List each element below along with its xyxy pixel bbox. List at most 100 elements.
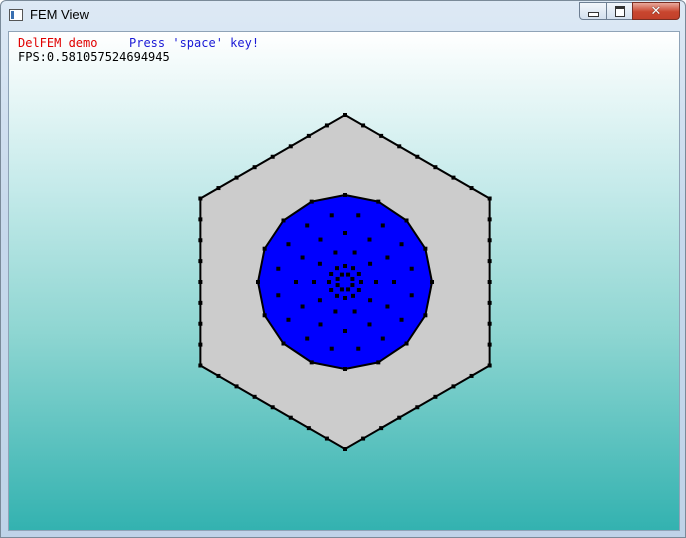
minimize-icon — [587, 11, 599, 17]
mesh-node — [318, 237, 323, 242]
mesh-node — [423, 246, 428, 251]
mesh-node — [335, 293, 339, 298]
mesh-node — [350, 276, 355, 281]
minimize-button[interactable] — [579, 2, 607, 20]
mesh-node — [317, 261, 322, 266]
mesh-node — [361, 123, 366, 128]
mesh-node — [392, 280, 396, 284]
maximize-button[interactable] — [606, 2, 633, 20]
mesh-node — [270, 405, 275, 410]
mesh-node — [343, 367, 347, 371]
mesh-node — [404, 218, 409, 223]
mesh-node — [252, 165, 257, 170]
mesh-node — [343, 296, 347, 300]
mesh-node — [309, 199, 314, 204]
mesh-node — [376, 199, 381, 204]
mesh-node — [487, 238, 492, 243]
mesh-node — [343, 447, 347, 451]
mesh-node — [351, 266, 355, 271]
mesh-node — [335, 283, 340, 288]
mesh-node — [198, 280, 203, 284]
mesh-node — [487, 196, 492, 201]
mesh-node — [399, 317, 404, 322]
mesh-node — [234, 384, 239, 389]
mesh-node — [198, 238, 203, 243]
mesh-node — [409, 293, 414, 298]
mesh-node — [198, 342, 203, 347]
mesh-node — [262, 246, 267, 251]
mesh-node — [198, 321, 203, 326]
mesh-node — [276, 266, 281, 271]
mesh-node — [385, 255, 390, 260]
mesh-node — [346, 287, 351, 292]
mesh-node — [343, 231, 347, 235]
app-window-icon[interactable] — [9, 9, 23, 21]
mesh-node — [379, 426, 384, 431]
mesh-node — [305, 336, 310, 341]
gl-viewport[interactable]: DelFEM demo Press 'space' key! FPS:0.581… — [8, 31, 680, 531]
mesh-node — [335, 276, 340, 281]
mesh-node — [380, 223, 385, 228]
mesh-node — [343, 329, 347, 333]
mesh-node — [399, 242, 404, 247]
mesh-node — [404, 341, 409, 346]
mesh-node — [198, 300, 203, 305]
mesh-node — [451, 384, 456, 389]
mesh-node — [270, 154, 275, 159]
mesh-node — [343, 264, 347, 268]
mesh-node — [451, 175, 456, 180]
mesh-node — [397, 415, 402, 420]
mesh-node — [198, 196, 203, 201]
mesh-node — [487, 280, 492, 284]
mesh-node — [356, 213, 361, 218]
mesh-node — [346, 272, 351, 277]
window-title: FEM View — [30, 7, 89, 22]
mesh-node — [356, 346, 361, 351]
mesh-node — [312, 280, 316, 284]
mesh-node — [329, 288, 334, 292]
mesh-node — [487, 259, 492, 264]
mesh-node — [216, 186, 221, 191]
mesh-node — [234, 175, 239, 180]
mesh-node — [361, 436, 366, 441]
mesh-node — [487, 363, 492, 368]
mesh-node — [262, 313, 267, 318]
mesh-node — [487, 321, 492, 326]
mesh-node — [198, 259, 203, 264]
mesh-node — [288, 144, 293, 149]
mesh-node — [409, 266, 414, 271]
mesh-node — [356, 288, 361, 292]
mesh-node — [198, 363, 203, 368]
mesh-node — [433, 165, 438, 170]
mesh-node — [288, 415, 293, 420]
mesh-node — [487, 300, 492, 305]
maximize-icon — [614, 5, 625, 17]
mesh-node — [352, 250, 357, 255]
title-bar[interactable]: FEM View ✕ — [1, 1, 685, 31]
mesh-node — [368, 261, 373, 266]
mesh-node — [415, 154, 420, 159]
mesh-node — [359, 280, 363, 284]
mesh-node — [469, 373, 474, 378]
mesh-node — [329, 346, 334, 351]
mesh-node — [318, 322, 323, 327]
close-icon: ✕ — [650, 3, 662, 19]
mesh-node — [286, 317, 291, 322]
mesh-node — [329, 213, 334, 218]
mesh-node — [306, 133, 311, 138]
mesh-node — [281, 341, 286, 346]
mesh-node — [352, 309, 357, 314]
mesh-node — [385, 304, 390, 309]
mesh-node — [198, 217, 203, 222]
mesh-node — [305, 223, 310, 228]
mesh-node — [324, 123, 329, 128]
close-button[interactable]: ✕ — [632, 2, 680, 20]
mesh-node — [379, 133, 384, 138]
mesh-node — [300, 304, 305, 309]
mesh-node — [324, 436, 329, 441]
mesh-node — [333, 309, 338, 314]
mesh-node — [415, 405, 420, 410]
mesh-node — [300, 255, 305, 260]
mesh-node — [306, 426, 311, 431]
mesh-node — [487, 217, 492, 222]
